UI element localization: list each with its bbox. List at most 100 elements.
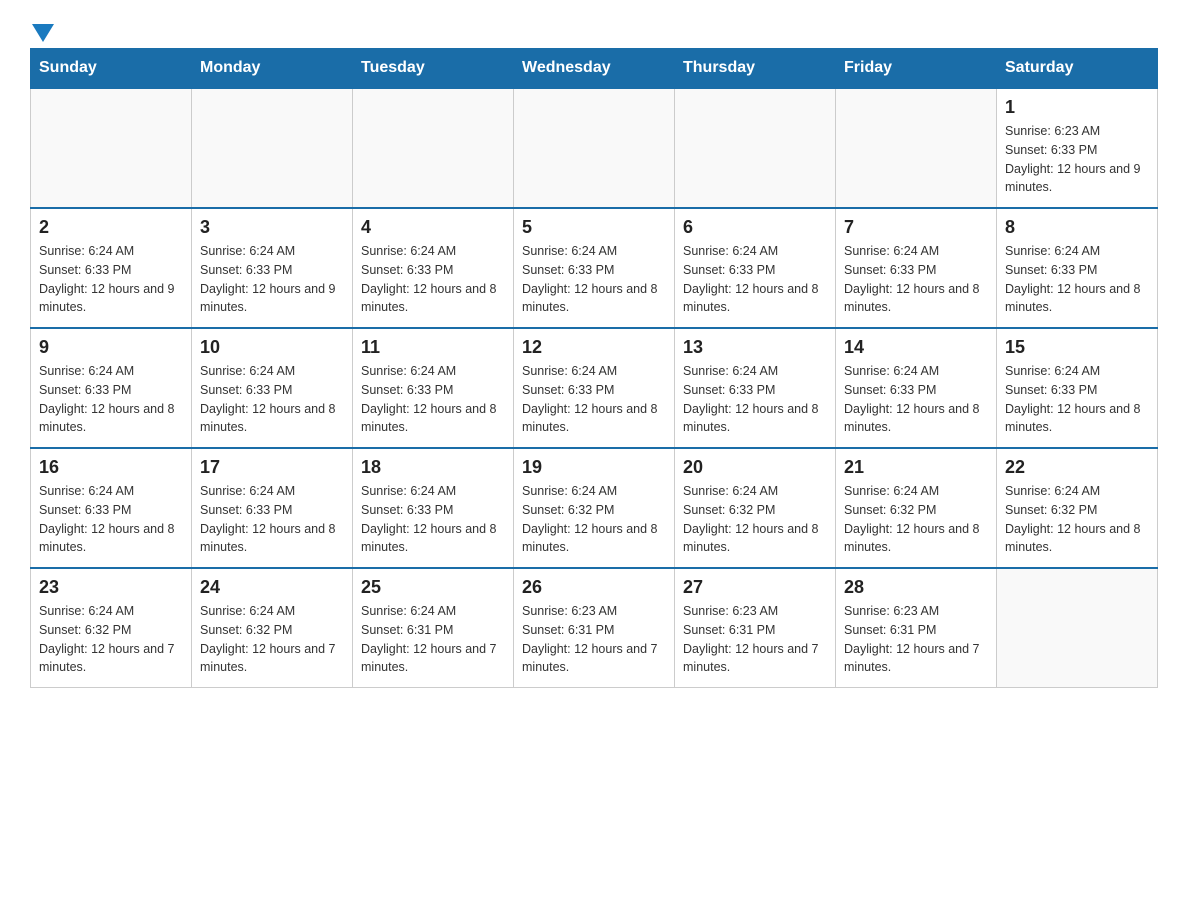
calendar-day-cell — [353, 88, 514, 208]
day-number: 18 — [361, 457, 505, 478]
calendar-day-cell: 1Sunrise: 6:23 AM Sunset: 6:33 PM Daylig… — [997, 88, 1158, 208]
calendar-day-cell: 7 Sunrise: 6:24 AM Sunset: 6:33 PM Daylig… — [836, 208, 997, 328]
day-number: 10 — [200, 337, 344, 358]
calendar-day-cell: 22 Sunrise: 6:24 AM Sunset: 6:32 PM Dayli… — [997, 448, 1158, 568]
day-number: 15 — [1005, 337, 1149, 358]
day-number: 24 — [200, 577, 344, 598]
day-number: 7 — [844, 217, 988, 238]
calendar-day-cell: 5 Sunrise: 6:24 AM Sunset: 6:33 PM Daylig… — [514, 208, 675, 328]
day-info: Sunrise: 6:24 AM Sunset: 6:33 PM Dayligh… — [200, 482, 344, 557]
day-info: Sunrise: 6:24 AM Sunset: 6:33 PM Dayligh… — [361, 362, 505, 437]
day-number: 14 — [844, 337, 988, 358]
day-info: Sunrise: 6:23 AM Sunset: 6:31 PM Dayligh… — [844, 602, 988, 677]
day-info: Sunrise: 6:24 AM Sunset: 6:33 PM Dayligh… — [200, 362, 344, 437]
day-number: 28 — [844, 577, 988, 598]
calendar-table: SundayMondayTuesdayWednesdayThursdayFrid… — [30, 48, 1158, 688]
calendar-day-cell — [836, 88, 997, 208]
calendar-day-cell: 18 Sunrise: 6:24 AM Sunset: 6:33 PM Dayli… — [353, 448, 514, 568]
day-number: 9 — [39, 337, 183, 358]
calendar-day-header: Saturday — [997, 49, 1158, 89]
day-info: Sunrise: 6:24 AM Sunset: 6:33 PM Dayligh… — [39, 362, 183, 437]
day-info: Sunrise: 6:24 AM Sunset: 6:33 PM Dayligh… — [1005, 242, 1149, 317]
calendar-day-cell: 21 Sunrise: 6:24 AM Sunset: 6:32 PM Dayli… — [836, 448, 997, 568]
calendar-day-cell — [31, 88, 192, 208]
calendar-day-cell: 14 Sunrise: 6:24 AM Sunset: 6:33 PM Dayli… — [836, 328, 997, 448]
day-info: Sunrise: 6:24 AM Sunset: 6:33 PM Dayligh… — [1005, 362, 1149, 437]
day-info: Sunrise: 6:24 AM Sunset: 6:33 PM Dayligh… — [361, 242, 505, 317]
calendar-day-cell: 6 Sunrise: 6:24 AM Sunset: 6:33 PM Daylig… — [675, 208, 836, 328]
calendar-day-cell: 28 Sunrise: 6:23 AM Sunset: 6:31 PM Dayli… — [836, 568, 997, 688]
day-number: 22 — [1005, 457, 1149, 478]
calendar-day-header: Wednesday — [514, 49, 675, 89]
day-number: 5 — [522, 217, 666, 238]
calendar-day-cell — [192, 88, 353, 208]
day-info: Sunrise: 6:24 AM Sunset: 6:33 PM Dayligh… — [522, 242, 666, 317]
page-header — [30, 20, 1158, 38]
calendar-day-cell: 24 Sunrise: 6:24 AM Sunset: 6:32 PM Dayli… — [192, 568, 353, 688]
logo — [30, 20, 54, 38]
calendar-day-cell: 13Sunrise: 6:24 AM Sunset: 6:33 PM Dayli… — [675, 328, 836, 448]
day-info: Sunrise: 6:24 AM Sunset: 6:31 PM Dayligh… — [361, 602, 505, 677]
calendar-day-cell: 11 Sunrise: 6:24 AM Sunset: 6:33 PM Dayli… — [353, 328, 514, 448]
calendar-day-cell: 15 Sunrise: 6:24 AM Sunset: 6:33 PM Dayli… — [997, 328, 1158, 448]
calendar-day-cell — [675, 88, 836, 208]
day-info: Sunrise: 6:24 AM Sunset: 6:33 PM Dayligh… — [39, 482, 183, 557]
day-number: 1 — [1005, 97, 1149, 118]
calendar-day-cell — [997, 568, 1158, 688]
day-info: Sunrise: 6:24 AM Sunset: 6:32 PM Dayligh… — [200, 602, 344, 677]
calendar-day-cell — [514, 88, 675, 208]
day-number: 23 — [39, 577, 183, 598]
calendar-day-cell: 19Sunrise: 6:24 AM Sunset: 6:32 PM Dayli… — [514, 448, 675, 568]
day-number: 27 — [683, 577, 827, 598]
calendar-day-cell: 27 Sunrise: 6:23 AM Sunset: 6:31 PM Dayli… — [675, 568, 836, 688]
day-info: Sunrise: 6:24 AM Sunset: 6:33 PM Dayligh… — [39, 242, 183, 317]
day-number: 16 — [39, 457, 183, 478]
day-info: Sunrise: 6:24 AM Sunset: 6:32 PM Dayligh… — [1005, 482, 1149, 557]
calendar-week-row: 9 Sunrise: 6:24 AM Sunset: 6:33 PM Daylig… — [31, 328, 1158, 448]
calendar-week-row: 16 Sunrise: 6:24 AM Sunset: 6:33 PM Dayli… — [31, 448, 1158, 568]
calendar-day-cell: 10 Sunrise: 6:24 AM Sunset: 6:33 PM Dayli… — [192, 328, 353, 448]
calendar-header-row: SundayMondayTuesdayWednesdayThursdayFrid… — [31, 49, 1158, 89]
day-info: Sunrise: 6:24 AM Sunset: 6:32 PM Dayligh… — [844, 482, 988, 557]
calendar-day-header: Monday — [192, 49, 353, 89]
calendar-day-header: Tuesday — [353, 49, 514, 89]
calendar-day-cell: 9 Sunrise: 6:24 AM Sunset: 6:33 PM Daylig… — [31, 328, 192, 448]
day-number: 6 — [683, 217, 827, 238]
day-info: Sunrise: 6:23 AM Sunset: 6:31 PM Dayligh… — [683, 602, 827, 677]
calendar-day-cell: 20 Sunrise: 6:24 AM Sunset: 6:32 PM Dayli… — [675, 448, 836, 568]
day-number: 12 — [522, 337, 666, 358]
calendar-day-header: Thursday — [675, 49, 836, 89]
calendar-day-cell: 23 Sunrise: 6:24 AM Sunset: 6:32 PM Dayli… — [31, 568, 192, 688]
day-number: 3 — [200, 217, 344, 238]
day-number: 2 — [39, 217, 183, 238]
day-info: Sunrise: 6:24 AM Sunset: 6:32 PM Dayligh… — [39, 602, 183, 677]
calendar-day-cell: 2 Sunrise: 6:24 AM Sunset: 6:33 PM Daylig… — [31, 208, 192, 328]
day-info: Sunrise: 6:24 AM Sunset: 6:33 PM Dayligh… — [361, 482, 505, 557]
logo-triangle-icon — [32, 24, 54, 46]
day-info: Sunrise: 6:23 AM Sunset: 6:31 PM Dayligh… — [522, 602, 666, 677]
day-number: 21 — [844, 457, 988, 478]
calendar-day-cell: 26Sunrise: 6:23 AM Sunset: 6:31 PM Dayli… — [514, 568, 675, 688]
day-info: Sunrise: 6:24 AM Sunset: 6:32 PM Dayligh… — [683, 482, 827, 557]
calendar-week-row: 23 Sunrise: 6:24 AM Sunset: 6:32 PM Dayli… — [31, 568, 1158, 688]
calendar-day-header: Sunday — [31, 49, 192, 89]
day-number: 8 — [1005, 217, 1149, 238]
calendar-day-cell: 25 Sunrise: 6:24 AM Sunset: 6:31 PM Dayli… — [353, 568, 514, 688]
day-info: Sunrise: 6:24 AM Sunset: 6:33 PM Dayligh… — [844, 242, 988, 317]
day-number: 19 — [522, 457, 666, 478]
calendar-day-cell: 3 Sunrise: 6:24 AM Sunset: 6:33 PM Daylig… — [192, 208, 353, 328]
day-number: 20 — [683, 457, 827, 478]
calendar-day-cell: 4Sunrise: 6:24 AM Sunset: 6:33 PM Daylig… — [353, 208, 514, 328]
day-number: 11 — [361, 337, 505, 358]
day-info: Sunrise: 6:24 AM Sunset: 6:33 PM Dayligh… — [683, 242, 827, 317]
calendar-week-row: 1Sunrise: 6:23 AM Sunset: 6:33 PM Daylig… — [31, 88, 1158, 208]
day-info: Sunrise: 6:24 AM Sunset: 6:33 PM Dayligh… — [522, 362, 666, 437]
day-info: Sunrise: 6:24 AM Sunset: 6:33 PM Dayligh… — [200, 242, 344, 317]
day-info: Sunrise: 6:24 AM Sunset: 6:33 PM Dayligh… — [844, 362, 988, 437]
day-number: 17 — [200, 457, 344, 478]
day-number: 25 — [361, 577, 505, 598]
calendar-day-cell: 16 Sunrise: 6:24 AM Sunset: 6:33 PM Dayli… — [31, 448, 192, 568]
day-number: 13 — [683, 337, 827, 358]
calendar-week-row: 2 Sunrise: 6:24 AM Sunset: 6:33 PM Daylig… — [31, 208, 1158, 328]
calendar-day-cell: 12 Sunrise: 6:24 AM Sunset: 6:33 PM Dayli… — [514, 328, 675, 448]
